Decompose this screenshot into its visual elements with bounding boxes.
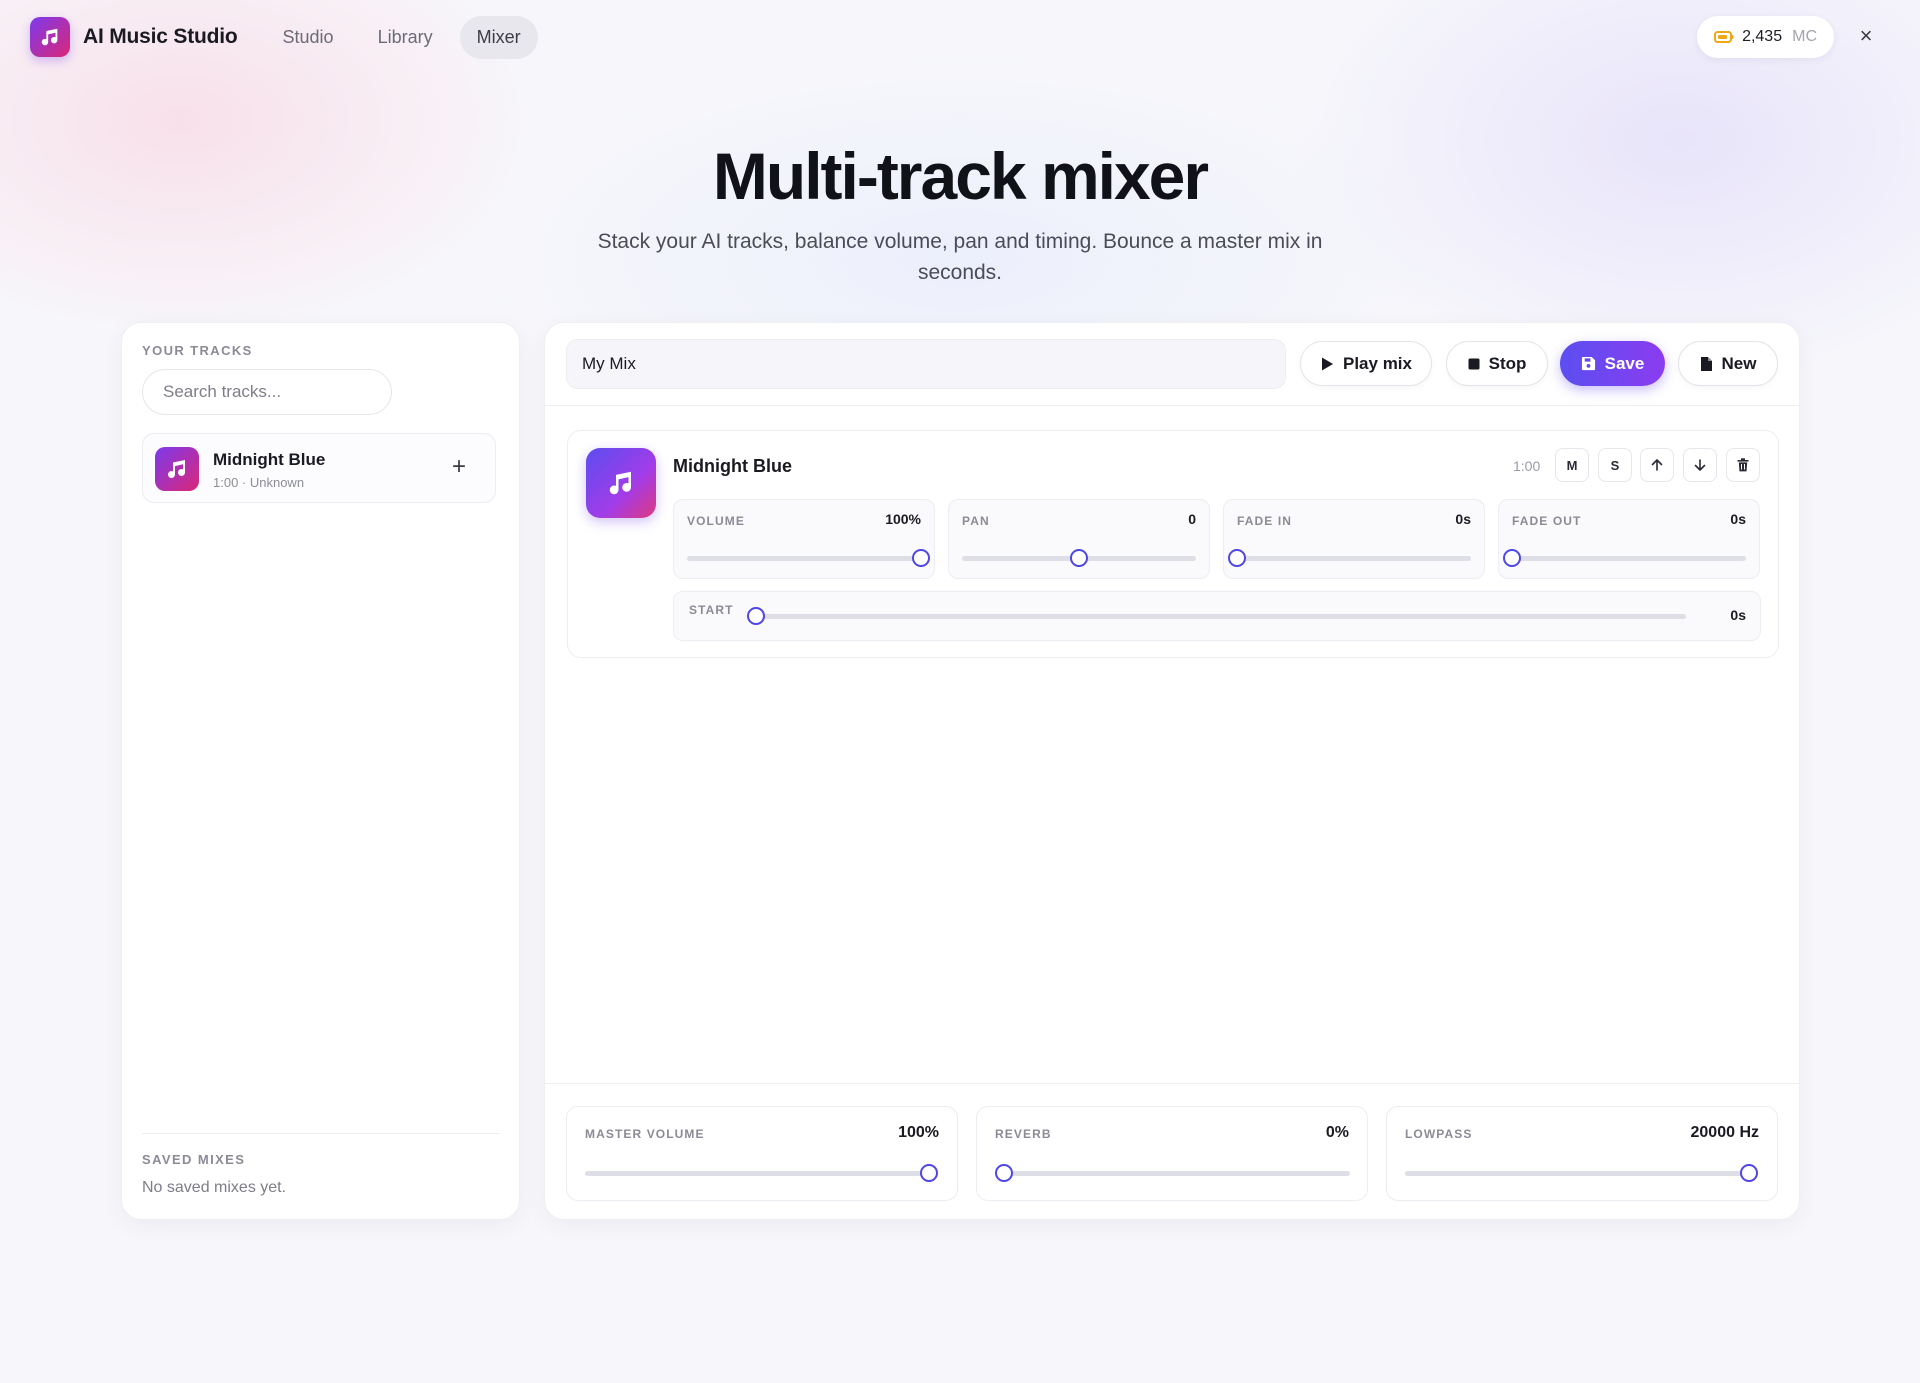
arrow-up-icon	[1651, 459, 1663, 471]
solo-button[interactable]: S	[1598, 448, 1632, 482]
volume-control: VOLUME 100%	[673, 499, 935, 579]
credits-badge[interactable]: 2,435 MC	[1697, 16, 1834, 58]
saved-mixes-label: SAVED MIXES	[142, 1152, 246, 1167]
fade-out-slider-thumb[interactable]	[1503, 549, 1521, 567]
credits-amount: 2,435	[1742, 28, 1783, 45]
fade-out-slider[interactable]	[1503, 549, 1746, 567]
track-meta: 1:00 · Unknown	[213, 475, 305, 490]
stop-button[interactable]: Stop	[1446, 341, 1548, 386]
mixer-track-card: Midnight Blue 1:00 M S VOLUME 100% PAN 0…	[567, 430, 1779, 658]
volume-slider[interactable]	[687, 549, 930, 567]
fade-in-label: FADE IN	[1237, 514, 1293, 528]
pan-slider-thumb[interactable]	[1070, 549, 1088, 567]
start-slider[interactable]	[747, 607, 1686, 625]
stop-label: Stop	[1488, 353, 1527, 373]
master-volume-slider[interactable]	[585, 1164, 938, 1182]
master-volume-slider-thumb[interactable]	[920, 1164, 938, 1182]
pan-control: PAN 0	[948, 499, 1210, 579]
tab-studio[interactable]: Studio	[266, 16, 351, 59]
master-volume-label: MASTER VOLUME	[585, 1127, 705, 1141]
page-title: Multi-track mixer	[712, 139, 1209, 213]
save-button[interactable]: Save	[1560, 341, 1665, 386]
mixer-panel: Play mix Stop Save New Midnight Blue 1:0…	[544, 322, 1800, 1220]
volume-value: 100%	[885, 511, 921, 527]
save-label: Save	[1604, 353, 1645, 373]
track-artwork	[586, 448, 656, 518]
mix-name-input[interactable]	[566, 339, 1286, 389]
app-logo[interactable]	[30, 17, 70, 57]
lowpass-label: LOWPASS	[1405, 1127, 1473, 1141]
volume-slider-thumb[interactable]	[912, 549, 930, 567]
play-icon	[1322, 357, 1333, 370]
lowpass-slider[interactable]	[1405, 1164, 1758, 1182]
volume-label: VOLUME	[687, 514, 745, 528]
tab-library[interactable]: Library	[361, 16, 450, 59]
master-volume-control: MASTER VOLUME 100%	[566, 1106, 958, 1201]
tracks-sidebar: YOUR TRACKS Midnight Blue 1:00 · Unknown…	[121, 322, 520, 1220]
pan-value: 0	[1188, 511, 1196, 527]
track-title: Midnight Blue	[213, 450, 326, 469]
master-volume-value: 100%	[898, 1124, 939, 1141]
move-up-button[interactable]	[1640, 448, 1674, 482]
file-icon	[1700, 356, 1712, 371]
stop-icon	[1468, 358, 1480, 369]
lowpass-value: 20000 Hz	[1690, 1124, 1760, 1141]
fade-in-slider-thumb[interactable]	[1228, 549, 1246, 567]
track-thumbnail	[155, 447, 199, 491]
search-input[interactable]	[142, 369, 392, 415]
track-duration: 1:00	[1513, 458, 1541, 474]
new-label: New	[1721, 353, 1757, 373]
pan-slider[interactable]	[962, 549, 1196, 567]
main-nav: Studio Library Mixer	[266, 15, 538, 59]
start-value: 0s	[1730, 607, 1746, 623]
fade-out-control: FADE OUT 0s	[1498, 499, 1760, 579]
fade-out-value: 0s	[1730, 511, 1746, 527]
start-control: START 0s	[673, 591, 1761, 641]
divider	[545, 405, 1799, 406]
credit-battery-icon	[1714, 31, 1734, 43]
reverb-label: REVERB	[995, 1127, 1052, 1141]
start-slider-thumb[interactable]	[747, 607, 765, 625]
fade-in-value: 0s	[1455, 511, 1471, 527]
play-mix-button[interactable]: Play mix	[1300, 341, 1432, 386]
arrow-down-icon	[1694, 459, 1706, 471]
reverb-slider[interactable]	[995, 1164, 1350, 1182]
fade-in-slider[interactable]	[1228, 549, 1471, 567]
top-bar: AI Music Studio Studio Library Mixer 2,4…	[0, 0, 1920, 74]
start-label: START	[689, 603, 734, 617]
credits-unit: MC	[1792, 28, 1817, 45]
list-item[interactable]: Midnight Blue 1:00 · Unknown +	[142, 433, 496, 503]
delete-track-button[interactable]	[1726, 448, 1760, 482]
close-icon[interactable]: ×	[1854, 24, 1878, 48]
trash-icon	[1737, 458, 1749, 472]
new-mix-button[interactable]: New	[1678, 341, 1778, 386]
divider	[142, 1133, 500, 1134]
tab-mixer[interactable]: Mixer	[459, 15, 538, 59]
app-name: AI Music Studio	[83, 25, 238, 48]
saved-mixes-empty: No saved mixes yet.	[142, 1179, 287, 1196]
move-down-button[interactable]	[1683, 448, 1717, 482]
play-mix-label: Play mix	[1343, 353, 1412, 373]
reverb-control: REVERB 0%	[976, 1106, 1368, 1201]
page-subtitle: Stack your AI tracks, balance volume, pa…	[597, 230, 1323, 284]
divider	[545, 1083, 1799, 1084]
floppy-disk-icon	[1581, 356, 1595, 371]
lowpass-slider-thumb[interactable]	[1740, 1164, 1758, 1182]
music-note-icon	[609, 471, 631, 495]
lowpass-control: LOWPASS 20000 Hz	[1386, 1106, 1778, 1201]
mute-button[interactable]: M	[1555, 448, 1589, 482]
fade-out-label: FADE OUT	[1512, 514, 1582, 528]
track-title: Midnight Blue	[673, 456, 792, 476]
music-note-icon	[41, 28, 58, 46]
pan-label: PAN	[962, 514, 990, 528]
reverb-value: 0%	[1325, 1124, 1349, 1141]
your-tracks-label: YOUR TRACKS	[142, 343, 253, 358]
add-track-icon[interactable]: +	[447, 455, 471, 480]
music-note-icon	[168, 460, 185, 479]
reverb-slider-thumb[interactable]	[995, 1164, 1013, 1182]
fade-in-control: FADE IN 0s	[1223, 499, 1485, 579]
